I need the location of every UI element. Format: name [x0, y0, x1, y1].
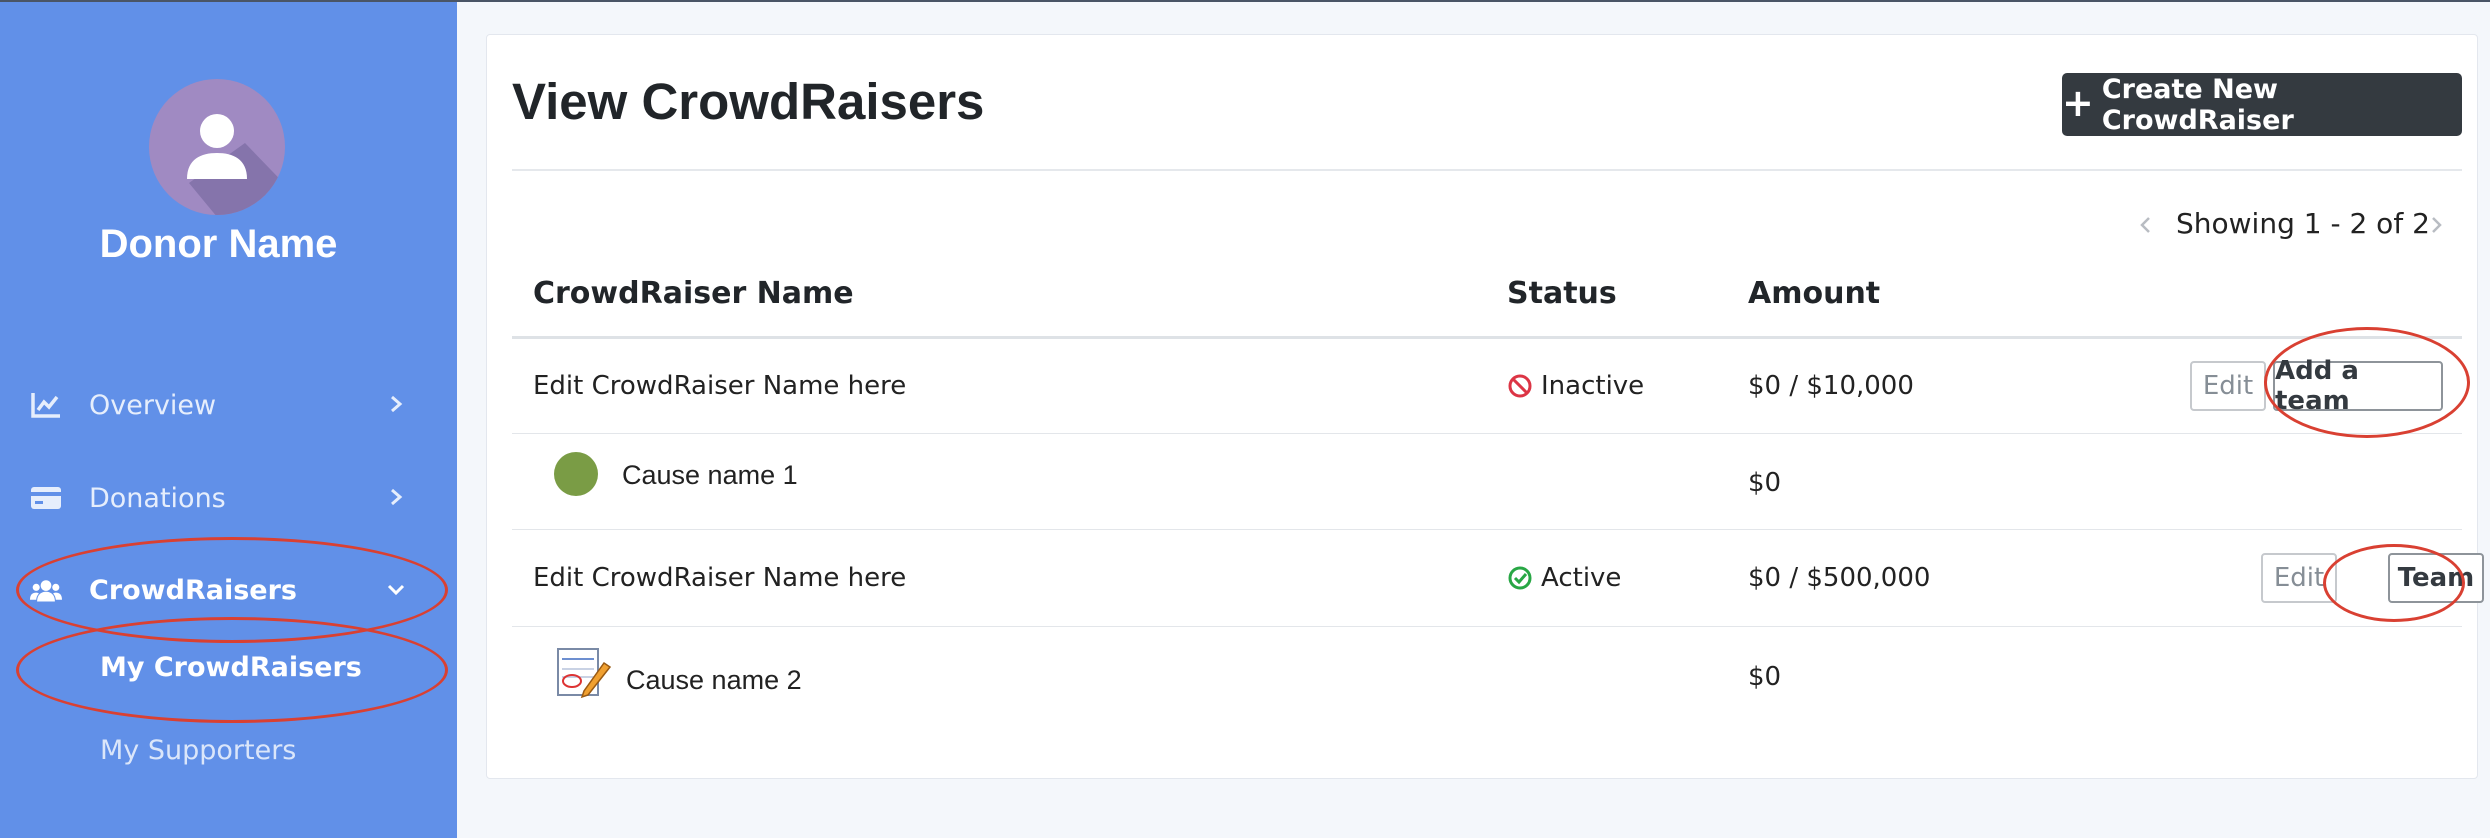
status-text: Active — [1541, 563, 1622, 593]
sidebar-item-label: Overview — [89, 390, 217, 421]
row-divider — [512, 529, 2462, 530]
column-header-status: Status — [1507, 276, 1617, 311]
chevron-down-icon — [387, 584, 405, 596]
row-divider — [512, 433, 2462, 434]
crowdraiser-name[interactable]: Edit CrowdRaiser Name here — [533, 563, 906, 593]
column-header-name: CrowdRaiser Name — [533, 276, 854, 311]
sidebar-subitem-my-supporters[interactable]: My Supporters — [100, 735, 296, 766]
sidebar-subitem-my-crowdraisers[interactable]: My CrowdRaisers — [100, 652, 362, 683]
status-badge: Active — [1507, 563, 1621, 593]
avatar[interactable] — [149, 79, 285, 215]
title-divider — [512, 169, 2462, 171]
chart-line-icon — [31, 393, 60, 418]
add-team-button[interactable]: Add a team — [2273, 356, 2443, 416]
status-badge: Inactive — [1507, 371, 1644, 401]
edit-button[interactable]: Edit — [2190, 361, 2266, 411]
sidebar-item-label: CrowdRaisers — [89, 575, 297, 606]
amount: $0 — [1748, 662, 1782, 692]
page-title: View CrowdRaisers — [512, 73, 985, 130]
cause-image — [554, 452, 598, 496]
amount: $0 / $10,000 — [1748, 371, 1914, 401]
create-crowdraiser-label: Create New CrowdRaiser — [2101, 73, 2294, 136]
status-text: Inactive — [1541, 371, 1645, 401]
create-crowdraiser-button[interactable]: + Create New CrowdRaiser — [2062, 73, 2462, 136]
donor-name: Donor Name — [99, 222, 338, 266]
sidebar-item-label: Donations — [89, 483, 226, 514]
chevron-right-icon[interactable] — [2426, 213, 2446, 237]
test-paper-icon — [557, 648, 612, 699]
check-circle-icon — [1508, 566, 1532, 590]
chevron-left-icon[interactable] — [2136, 213, 2156, 237]
amount: $0 — [1748, 468, 1782, 498]
sidebar-item-donations[interactable]: Donations — [0, 468, 457, 528]
row-divider — [512, 626, 2462, 627]
user-icon — [187, 114, 285, 215]
sidebar-item-overview[interactable]: Overview — [0, 375, 457, 435]
sidebar: Donor Name Overview Donations CrowdRaise… — [0, 2, 457, 838]
column-header-amount: Amount — [1748, 276, 1881, 311]
cause-name: Cause name 1 — [622, 460, 798, 490]
sidebar-item-crowdraisers[interactable]: CrowdRaisers — [0, 560, 457, 620]
cause-name: Cause name 2 — [626, 665, 802, 695]
team-button[interactable]: Team — [2388, 553, 2484, 603]
users-icon — [30, 580, 62, 602]
chevron-right-icon — [391, 488, 403, 506]
table-header-divider — [512, 336, 2462, 339]
amount: $0 / $500,000 — [1748, 563, 1931, 593]
plus-icon: + — [2062, 80, 2094, 125]
pagination-text: Showing 1 - 2 of 2 — [2176, 207, 2430, 240]
credit-card-icon — [31, 487, 61, 509]
ban-icon — [1508, 374, 1532, 398]
edit-button[interactable]: Edit — [2261, 553, 2337, 603]
crowdraiser-name[interactable]: Edit CrowdRaiser Name here — [533, 371, 906, 401]
chevron-right-icon — [391, 395, 403, 413]
